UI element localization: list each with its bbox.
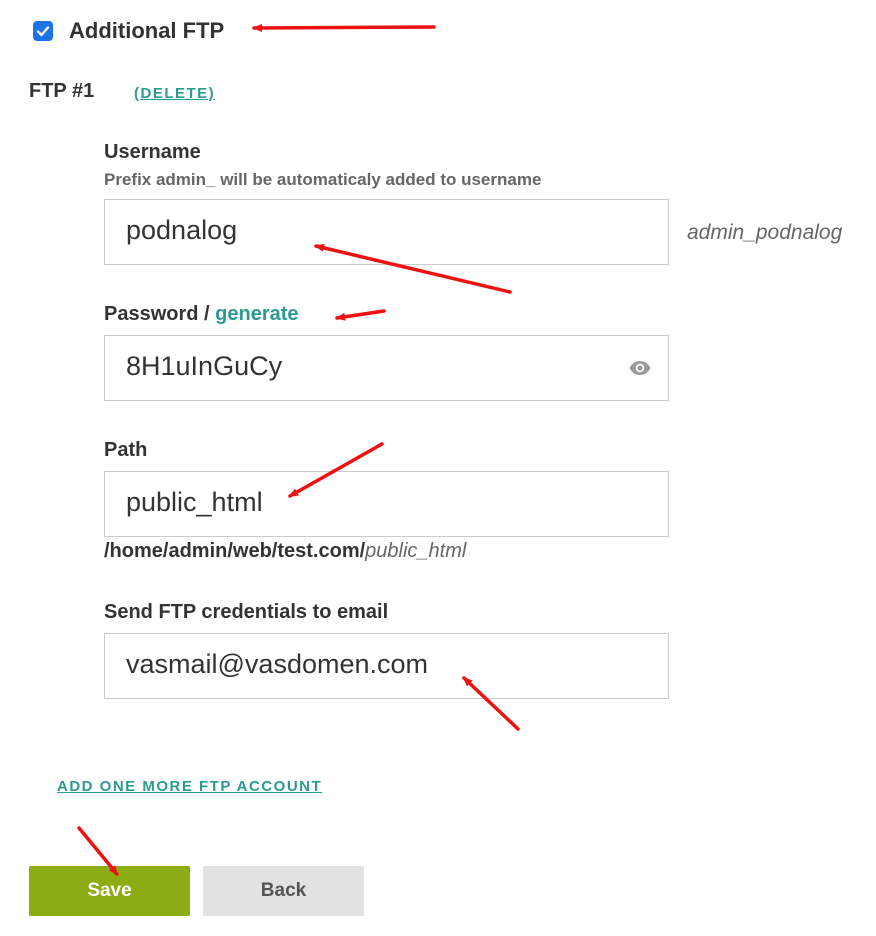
annotation-arrow-generate [335,309,386,321]
add-ftp-account-link[interactable]: ADD ONE MORE FTP ACCOUNT [57,778,322,795]
email-input[interactable]: vasmail@vasdomen.com [104,633,669,699]
username-hint: Prefix admin_ will be automaticaly added… [104,170,542,189]
path-base: /home/admin/web/test.com/ [104,540,366,562]
email-value: vasmail@vasdomen.com [126,649,429,679]
annotation-arrow-checkbox [252,23,436,32]
path-hint: /home/admin/web/test.com/public_html [104,540,466,563]
additional-ftp-label[interactable]: Additional FTP [69,18,224,44]
delete-ftp-link[interactable]: (DELETE) [134,85,215,102]
path-suffix: public_html [365,540,467,562]
eye-icon[interactable] [628,356,652,380]
path-label: Path [104,439,148,461]
additional-ftp-checkbox[interactable] [33,21,53,41]
checkmark-icon [36,26,50,37]
password-input[interactable]: 8H1uInGuCy [104,335,669,401]
path-input[interactable]: public_html [104,471,669,537]
password-label-text: Password [104,303,199,325]
password-separator: / [198,303,216,325]
password-value: 8H1uInGuCy [126,351,283,381]
back-button[interactable]: Back [203,866,364,916]
password-label: Password / generate [104,303,299,326]
username-full-name: admin_podnalog [687,221,843,244]
username-value: podnalog [126,215,238,245]
path-value: public_html [126,487,263,517]
save-button[interactable]: Save [29,866,190,916]
generate-password-link[interactable]: generate [215,303,298,325]
username-input[interactable]: podnalog [104,199,669,265]
email-label: Send FTP credentials to email [104,601,389,623]
ftp-account-title: FTP #1 [29,80,95,102]
username-label: Username [104,141,201,163]
